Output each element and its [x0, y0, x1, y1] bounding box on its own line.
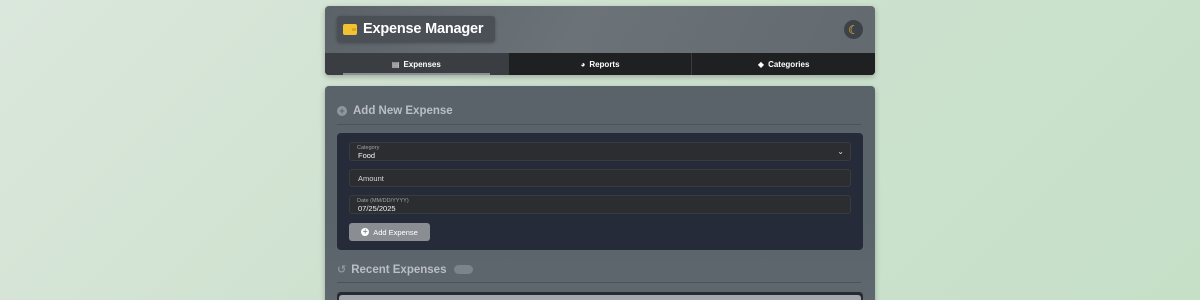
section-title: Add New Expense [353, 105, 453, 117]
recent-expenses-list [337, 292, 863, 300]
divider [337, 282, 861, 283]
add-expense-heading: + Add New Expense [337, 105, 453, 117]
brand: Expense Manager [337, 16, 495, 42]
divider [337, 124, 861, 125]
tab-expenses[interactable]: ▤ Expenses [325, 53, 509, 75]
add-expense-form: Category Food ⌄ Amount Date (MM/DD/YYYY)… [337, 133, 863, 250]
add-expense-label: Add Expense [373, 227, 418, 237]
tab-label: Expenses [403, 59, 441, 69]
app-container: Expense Manager ☾ ▤ Expenses ◕ Reports ◆… [325, 6, 875, 300]
recent-expenses-heading: ↺ Recent Expenses [337, 263, 474, 276]
plus-circle-icon: + [361, 227, 370, 236]
amount-placeholder: Amount [358, 174, 384, 183]
moon-icon: ☾ [848, 22, 859, 37]
date-value: 07/25/2025 [358, 204, 396, 213]
tab-label: Categories [768, 59, 810, 69]
chevron-down-icon: ⌄ [837, 147, 844, 156]
category-value: Food [358, 151, 376, 160]
header: Expense Manager ☾ ▤ Expenses ◕ Reports ◆… [325, 6, 875, 75]
add-expense-button[interactable]: + Add Expense [349, 223, 430, 241]
tab-label: Reports [589, 59, 620, 69]
tags-icon: ◆ [757, 59, 765, 69]
app-title: Expense Manager [363, 21, 484, 37]
theme-toggle-button[interactable]: ☾ [844, 20, 863, 39]
plus-circle-icon: + [337, 106, 347, 116]
count-badge [454, 265, 474, 274]
list-item[interactable] [339, 295, 861, 300]
tab-categories[interactable]: ◆ Categories [692, 53, 875, 75]
receipt-icon: ▤ [391, 59, 400, 69]
tab-reports[interactable]: ◕ Reports [508, 53, 693, 75]
section-title: Recent Expenses [351, 263, 447, 276]
history-icon: ↺ [337, 264, 347, 276]
tab-bar: ▤ Expenses ◕ Reports ◆ Categories [325, 53, 875, 75]
amount-field[interactable]: Amount [349, 169, 851, 187]
main-card: + Add New Expense Category Food ⌄ Amount… [325, 86, 875, 300]
pie-chart-icon: ◕ [580, 59, 586, 69]
category-select[interactable]: Category Food ⌄ [349, 142, 851, 161]
wallet-icon [343, 23, 357, 35]
header-bar: Expense Manager ☾ [325, 6, 875, 53]
date-field[interactable]: Date (MM/DD/YYYY) 07/25/2025 [349, 195, 851, 214]
